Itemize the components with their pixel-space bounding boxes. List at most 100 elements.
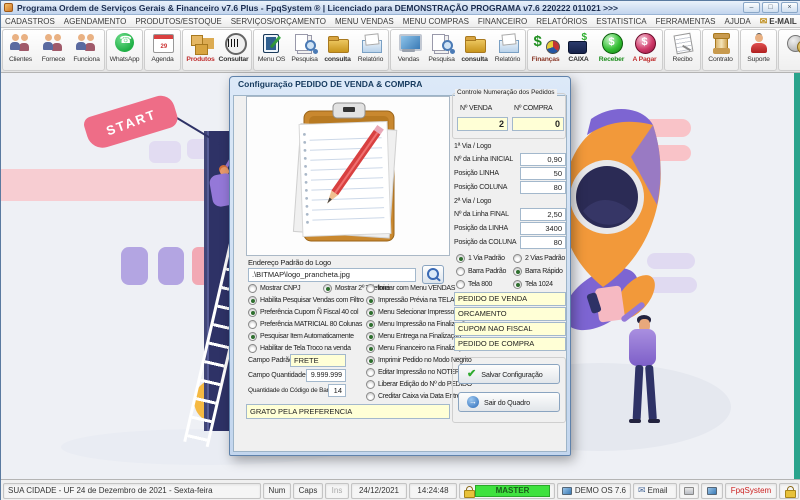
menu-ajuda[interactable]: AJUDA <box>724 17 750 26</box>
toolbar-button-consultar[interactable]: Consultar <box>217 30 250 70</box>
campo-quantidade-label: Campo Quantidade <box>248 372 306 379</box>
via2-section-label: 2ª Via / Logo <box>454 198 491 205</box>
menu-financeiro[interactable]: FINANCEIRO <box>478 17 527 26</box>
option-mostrar-cnpj[interactable]: Mostrar CNPJ <box>248 283 300 293</box>
radio-2-vias-padrao[interactable]: 2 Vias Padrão <box>513 253 565 263</box>
menu-compras[interactable]: MENU COMPRAS <box>403 17 469 26</box>
doc-type-pedido-venda[interactable]: PEDIDO DE VENDA <box>454 292 566 306</box>
radio-tela-800[interactable]: Tela 800 <box>456 279 492 289</box>
option-selecionar-impressora[interactable]: Menu Selecionar Impressora <box>366 307 460 317</box>
toolbar-button-contrato[interactable]: Contrato <box>704 30 737 70</box>
toolbar-button-whatsapp[interactable]: WhatsApp <box>108 30 141 70</box>
lock-icon <box>464 486 473 496</box>
menu-servicos-orcamento[interactable]: SERVIÇOS/ORÇAMENTO <box>231 17 326 26</box>
compra-number-field[interactable]: 0 <box>512 117 564 131</box>
cashbox-icon <box>565 31 593 55</box>
radio-icon <box>366 356 375 365</box>
menu-ferramentas[interactable]: FERRAMENTAS <box>656 17 716 26</box>
toolbar-button-agenda[interactable]: Agenda <box>146 30 179 70</box>
logo-path-input[interactable]: .\BITMAP\logo_prancheta.jpg <box>248 268 416 282</box>
option-pesquisar-vendas-filtro[interactable]: Habilita Pesquisar Vendas com Filtro <box>248 295 364 305</box>
doc-type-orcamento[interactable]: ORCAMENTO <box>454 307 566 321</box>
toolbar-button-financas[interactable]: Finanças <box>529 30 562 70</box>
menu-relatorios[interactable]: RELATÓRIOS <box>536 17 587 26</box>
menu-produtos-estoque[interactable]: PRODUTOS/ESTOQUE <box>135 17 221 26</box>
toolbar-button-a-pagar[interactable]: A Pagar <box>628 30 661 70</box>
posicao-coluna-field[interactable]: 80 <box>520 181 566 194</box>
posicao-linha2-field[interactable]: 3400 <box>520 222 566 235</box>
toolbar-button-funcionarios[interactable]: Funciona <box>70 30 103 70</box>
toolbar-button-relatorio-os[interactable]: Relatório <box>354 30 387 70</box>
status-version: DEMO OS 7.6 <box>557 483 631 499</box>
status-remote[interactable] <box>701 483 723 499</box>
menu-email[interactable]: ✉E-MAIL <box>760 17 797 26</box>
toolbar-button-pesquisa-os[interactable]: Pesquisa <box>288 30 321 70</box>
status-email[interactable]: ✉ Email <box>633 483 677 499</box>
status-version-text: DEMO OS 7.6 <box>575 486 626 495</box>
save-config-button[interactable]: ✔ Salvar Configuração <box>458 364 560 384</box>
radio-1-via-padrao[interactable]: 1 Via Padrão <box>456 253 505 263</box>
clipboard-icon <box>258 31 286 55</box>
campo-quantidade-input[interactable]: 9.999.999 <box>306 369 346 382</box>
maximize-button[interactable]: □ <box>762 2 779 13</box>
toolbar-button-vendas[interactable]: Vendas <box>392 30 425 70</box>
option-financeiro-finalizacao[interactable]: Menu Financeiro na Finalização <box>366 343 468 353</box>
radio-barra-rapido[interactable]: Barra Rápido <box>513 266 563 276</box>
status-printer[interactable] <box>679 483 699 499</box>
toolbar-button-relatorio-vendas[interactable]: Relatório <box>491 30 524 70</box>
venda-number-field[interactable]: 2 <box>457 117 508 131</box>
option-label: Impressão Prévia na TELA <box>378 297 454 304</box>
radio-tela-1024[interactable]: Tela 1024 <box>513 279 553 289</box>
decor-teal-strip <box>794 73 800 479</box>
linha-inicial-field[interactable]: 0,90 <box>520 153 566 166</box>
campo-padrao-input[interactable]: FRETE <box>290 354 346 367</box>
close-button[interactable]: × <box>781 2 798 13</box>
toolbar-button-menu-os[interactable]: Menu OS <box>255 30 288 70</box>
option-cupom-nao-fiscal[interactable]: Preferência Cupom Ñ Fiscal 40 col <box>248 307 358 317</box>
toolbar-group-whatsapp: WhatsApp <box>106 29 143 71</box>
window-title: Programa Ordem de Serviços Gerais & Fina… <box>17 3 741 13</box>
menu-vendas[interactable]: MENU VENDAS <box>335 17 394 26</box>
menu-estatistica[interactable]: ESTATISTICA <box>596 17 646 26</box>
toolbar-button-recibo[interactable]: Recibo <box>666 30 699 70</box>
exit-dialog-label: Sair do Quadro <box>484 398 530 407</box>
posicao-coluna2-field[interactable]: 80 <box>520 236 566 249</box>
toolbar-group-contrato: Contrato <box>702 29 739 71</box>
toolbar-button-pesquisa-vendas[interactable]: Pesquisa <box>425 30 458 70</box>
menu-agendamento[interactable]: AGENDAMENTO <box>64 17 127 26</box>
option-iniciar-menu-vendas[interactable]: Iniciar com Menu VENDAS <box>366 283 455 293</box>
toolbar-button-consulta-vendas[interactable]: consulta <box>458 30 491 70</box>
toolbar-button-fornecedores[interactable]: Fornece <box>37 30 70 70</box>
footer-message-field: GRATO PELA PREFERENCIA <box>246 404 450 419</box>
doc-type-cupom[interactable]: CUPOM NAO FISCAL <box>454 322 566 336</box>
radio-barra-padrao[interactable]: Barra Padrão <box>456 266 506 276</box>
toolbar-button-receber[interactable]: Receber <box>595 30 628 70</box>
qtd-codigo-barras-input[interactable]: 14 <box>328 384 346 397</box>
status-user-name: MASTER <box>475 485 550 497</box>
option-entrega-finalizacao[interactable]: Menu Entrega na Finalização <box>366 331 461 341</box>
doc-type-pedido-compra[interactable]: PEDIDO DE COMPRA <box>454 337 566 351</box>
posicao-linha-field[interactable]: 50 <box>520 167 566 180</box>
linha-final-field[interactable]: 2,50 <box>520 208 566 221</box>
numbering-groupbox <box>452 93 566 139</box>
toolbar-button-consulta-os[interactable]: consulta <box>321 30 354 70</box>
venda-number-label: Nº VENDA <box>460 105 492 112</box>
option-matricial-80[interactable]: Preferência MATRICIAL 80 Colunas <box>248 319 362 329</box>
option-pesquisar-item-auto[interactable]: Pesquisar Item Automaticamente <box>248 331 354 341</box>
menu-cadastros[interactable]: CADASTROS <box>5 17 55 26</box>
toolbar-button-suporte[interactable]: Suporte <box>742 30 775 70</box>
radio-icon <box>366 344 375 353</box>
toolbar-button-clientes[interactable]: Clientes <box>4 30 37 70</box>
toolbar-button-caixa[interactable]: CAIXA <box>562 30 595 70</box>
radio-icon <box>456 267 465 276</box>
toolbar-label: Clientes <box>9 56 32 63</box>
option-tela-troco[interactable]: Habilitar de Tela Troco na venda <box>248 343 351 353</box>
exit-dialog-button[interactable]: → Sair do Quadro <box>458 392 560 412</box>
radio-icon <box>366 320 375 329</box>
toolbar-button-produtos[interactable]: Produtos <box>184 30 217 70</box>
option-impressao-previa[interactable]: Impressão Prévia na TELA <box>366 295 454 305</box>
minimize-button[interactable]: – <box>743 2 760 13</box>
toolbar-button-moedas[interactable] <box>780 30 800 70</box>
toolbar-label: Finanças <box>532 56 560 63</box>
browse-logo-button[interactable] <box>422 265 444 284</box>
